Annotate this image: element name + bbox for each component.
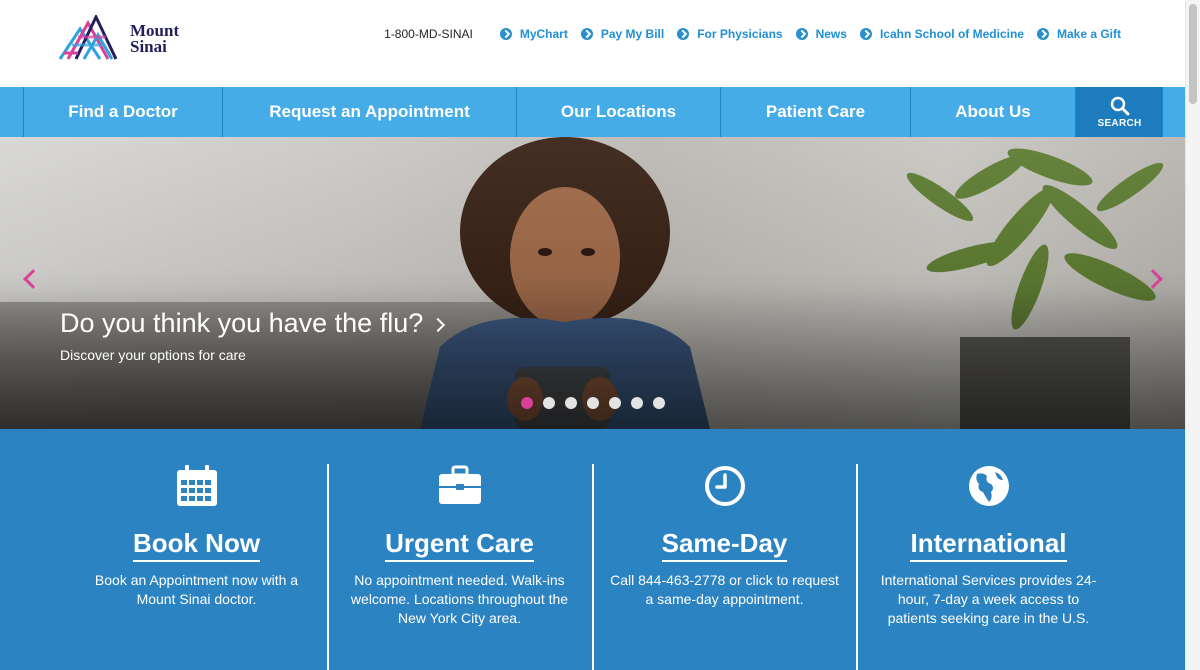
- carousel-dot[interactable]: [653, 397, 665, 409]
- chevron-circle-icon: [859, 28, 872, 40]
- news-link-label: News: [815, 27, 847, 41]
- carousel-dot[interactable]: [609, 397, 621, 409]
- tile-description: Call 844-463-2778 or click to request a …: [610, 572, 839, 607]
- site-header: Mount Sinai 1-800-MD-SINAI MyChart Pay M…: [0, 0, 1185, 87]
- tile-urgent-care[interactable]: Urgent Care No appointment needed. Walk-…: [327, 464, 592, 670]
- nav-about-us[interactable]: About Us: [910, 87, 1075, 137]
- tile-title: Urgent Care: [327, 528, 592, 562]
- tile-title-text: Same-Day: [661, 528, 788, 562]
- nav-request-appointment[interactable]: Request an Appointment: [222, 87, 516, 137]
- for-physicians-link-label: For Physicians: [697, 27, 783, 41]
- mount-sinai-logo[interactable]: Mount Sinai: [58, 13, 198, 63]
- tile-divider: [592, 464, 594, 670]
- hero-headline: Do you think you have the flu?: [60, 308, 424, 338]
- search-label: SEARCH: [1097, 117, 1142, 129]
- utility-links: 1-800-MD-SINAI MyChart Pay My Bill For P…: [384, 27, 1121, 41]
- carousel-dots: [521, 397, 675, 409]
- calendar-icon: [176, 465, 217, 506]
- carousel-dot[interactable]: [565, 397, 577, 409]
- make-a-gift-link-label: Make a Gift: [1056, 27, 1121, 41]
- nav-our-locations[interactable]: Our Locations: [516, 87, 720, 137]
- icahn-school-link[interactable]: Icahn School of Medicine: [859, 27, 1024, 41]
- logo-text: Mount Sinai: [130, 22, 179, 56]
- logo-text-line2: Sinai: [130, 37, 167, 56]
- tile-divider: [327, 464, 329, 670]
- chevron-circle-icon: [1036, 28, 1049, 40]
- mychart-link-label: MyChart: [519, 27, 568, 41]
- globe-icon: [968, 466, 1009, 506]
- tile-title-text: Book Now: [132, 528, 261, 562]
- pay-my-bill-link[interactable]: Pay My Bill: [580, 27, 665, 41]
- tile-description: International Services provides 24-hour,…: [880, 572, 1097, 626]
- hero-headline-link[interactable]: Do you think you have the flu?: [60, 308, 446, 339]
- news-link[interactable]: News: [795, 27, 847, 41]
- tile-description: Book an Appointment now with a Mount Sin…: [94, 572, 299, 607]
- main-nav: Find a Doctor Request an Appointment Our…: [0, 87, 1185, 137]
- for-physicians-link[interactable]: For Physicians: [677, 27, 783, 41]
- clock-icon: [704, 466, 745, 506]
- phone-number[interactable]: 1-800-MD-SINAI: [384, 27, 473, 41]
- chevron-circle-icon: [795, 28, 808, 40]
- make-a-gift-link[interactable]: Make a Gift: [1036, 27, 1121, 41]
- icahn-school-link-label: Icahn School of Medicine: [879, 27, 1024, 41]
- chevron-circle-icon: [499, 28, 512, 40]
- tile-same-day[interactable]: Same-Day Call 844-463-2778 or click to r…: [592, 464, 857, 670]
- hero-subtitle: Discover your options for care: [60, 347, 246, 363]
- page: Mount Sinai 1-800-MD-SINAI MyChart Pay M…: [0, 0, 1185, 670]
- scrollbar-thumb[interactable]: [1189, 4, 1197, 104]
- nav-find-a-doctor[interactable]: Find a Doctor: [23, 87, 222, 137]
- logo-mark-icon: [58, 15, 118, 60]
- chevron-circle-icon: [677, 28, 690, 40]
- search-button[interactable]: SEARCH: [1075, 87, 1163, 137]
- briefcase-icon: [438, 465, 481, 504]
- hero-carousel: Do you think you have the flu? Discover …: [0, 137, 1185, 429]
- pay-my-bill-link-label: Pay My Bill: [600, 27, 665, 41]
- mychart-link[interactable]: MyChart: [499, 27, 568, 41]
- carousel-dot[interactable]: [587, 397, 599, 409]
- tile-title-text: Urgent Care: [385, 528, 534, 562]
- tile-divider: [856, 464, 858, 670]
- tile-title: Same-Day: [592, 528, 857, 562]
- tile-title: Book Now: [64, 528, 329, 562]
- chevron-right-icon: [431, 317, 446, 332]
- carousel-dot[interactable]: [543, 397, 555, 409]
- chevron-circle-icon: [580, 28, 593, 40]
- service-tiles: Book Now Book an Appointment now with a …: [0, 429, 1185, 670]
- tile-international[interactable]: International International Services pro…: [856, 464, 1121, 670]
- nav-patient-care[interactable]: Patient Care: [720, 87, 910, 137]
- tile-book-now[interactable]: Book Now Book an Appointment now with a …: [64, 464, 329, 670]
- page-scrollbar[interactable]: [1185, 0, 1200, 670]
- carousel-dot[interactable]: [521, 397, 533, 409]
- carousel-dot[interactable]: [631, 397, 643, 409]
- tile-title-text: International: [910, 528, 1067, 562]
- nav-divider: [1162, 87, 1163, 137]
- search-icon: [1110, 96, 1129, 115]
- tile-description: No appointment needed. Walk-ins welcome.…: [350, 572, 569, 626]
- tile-title: International: [856, 528, 1121, 562]
